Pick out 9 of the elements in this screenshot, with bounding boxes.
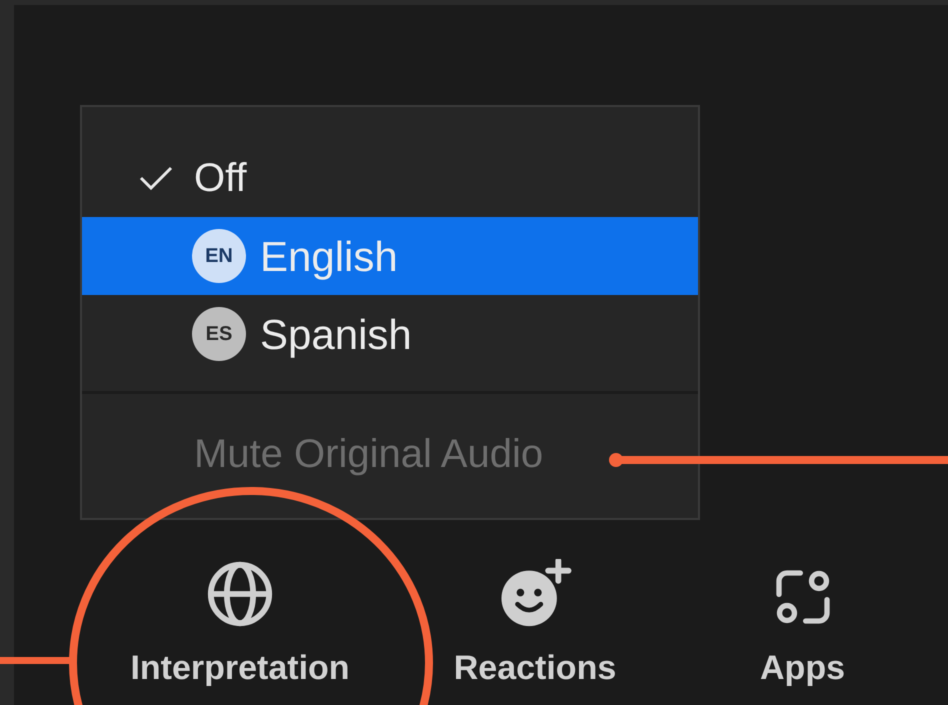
menu-item[interactable]: EN English [82, 217, 698, 295]
toolbar-button[interactable]: Reactions [380, 555, 690, 695]
language-badge: ES [192, 307, 246, 361]
globe-icon [205, 559, 275, 629]
language-badge: EN [192, 229, 246, 283]
toolbar-button[interactable]: Apps [690, 555, 915, 695]
menu-item-label: Spanish [260, 310, 412, 360]
menu-item-label: English [260, 232, 398, 282]
menu-item-label: Off [194, 155, 247, 202]
